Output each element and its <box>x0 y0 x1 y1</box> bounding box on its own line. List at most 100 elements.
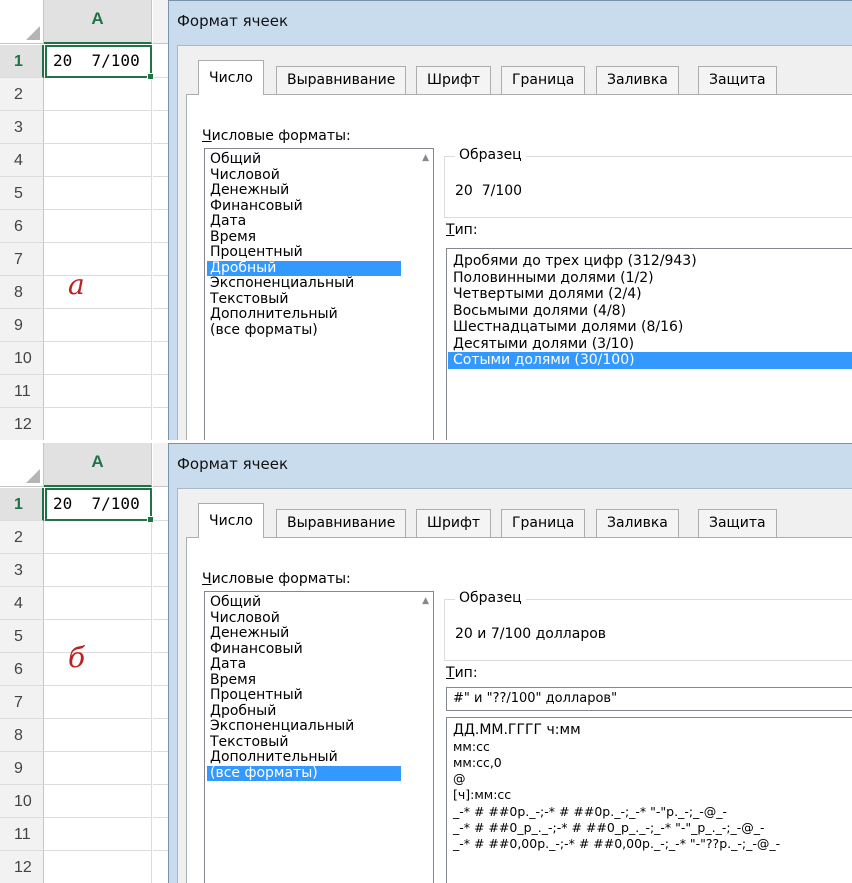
row-header[interactable]: 4 <box>0 144 44 177</box>
row-header[interactable]: 8 <box>0 276 44 309</box>
format-list-item[interactable]: Экспоненциальный <box>207 719 401 735</box>
type-list-item[interactable]: Десятыми долями (3/10) <box>448 336 852 353</box>
format-list-item[interactable]: Общий <box>207 595 401 611</box>
format-list-item[interactable]: Денежный <box>207 183 401 199</box>
type-input[interactable]: #" и "??/100" долларов" <box>446 687 852 711</box>
column-header-a[interactable]: A <box>44 0 152 44</box>
format-list-item[interactable]: Дата <box>207 214 401 230</box>
format-list-item[interactable]: Финансовый <box>207 198 401 215</box>
tab-3[interactable]: Граница <box>501 66 586 94</box>
type-list-item[interactable]: ДД.ММ.ГГГГ ч:мм <box>448 722 852 739</box>
format-list-item[interactable]: Общий <box>207 152 401 168</box>
row-header[interactable]: 1 <box>0 488 44 521</box>
grid-cell[interactable] <box>44 554 152 587</box>
format-list-item[interactable]: Процентный <box>207 688 401 704</box>
type-list-item[interactable]: _-* # ##0р._-;-* # ##0р._-;_-* "-"р._-;_… <box>448 804 852 820</box>
row-header[interactable]: 11 <box>0 375 44 408</box>
grid-cell[interactable] <box>44 243 152 276</box>
grid-cell[interactable] <box>44 521 152 554</box>
type-list-item[interactable]: мм:сс,0 <box>448 755 852 771</box>
grid-cell[interactable] <box>44 818 152 851</box>
format-list-item[interactable]: (все форматы) <box>207 322 401 339</box>
grid-cell[interactable] <box>44 177 152 210</box>
row-header[interactable]: 2 <box>0 521 44 554</box>
format-list-item[interactable]: Время <box>207 229 401 246</box>
row-header[interactable]: 5 <box>0 620 44 653</box>
grid-cell[interactable] <box>44 78 152 111</box>
tab-4[interactable]: Заливка <box>596 66 679 94</box>
grid-cell[interactable] <box>44 144 152 177</box>
cell-a1[interactable]: 20 7/100 <box>45 488 154 523</box>
row-header[interactable]: 8 <box>0 719 44 752</box>
tab-4[interactable]: Заливка <box>596 509 679 537</box>
format-list-item[interactable]: Экспоненциальный <box>207 276 401 292</box>
grid-cell[interactable] <box>44 375 152 408</box>
type-list-item[interactable]: Восьмыми долями (4/8) <box>448 303 852 320</box>
type-list-item[interactable]: @ <box>448 771 852 787</box>
grid-cell[interactable] <box>44 309 152 342</box>
tab-5[interactable]: Защита <box>698 66 777 94</box>
row-header[interactable]: 6 <box>0 210 44 243</box>
fill-handle[interactable] <box>147 516 154 523</box>
type-list-item[interactable]: Дробями до трех цифр (312/943) <box>448 253 852 270</box>
format-list-item[interactable]: (все форматы) <box>207 765 401 781</box>
type-list-item[interactable]: Половинными долями (1/2) <box>448 270 852 287</box>
grid-cell[interactable] <box>44 752 152 785</box>
row-header[interactable]: 4 <box>0 587 44 620</box>
grid-cell[interactable] <box>44 111 152 144</box>
row-header[interactable]: 9 <box>0 309 44 342</box>
format-list-item[interactable]: Процентный <box>207 245 401 261</box>
format-list-item[interactable]: Денежный <box>207 626 401 642</box>
format-list-item[interactable]: Дробный <box>207 260 401 276</box>
type-list-item[interactable]: [ч]:мм:сс <box>448 787 852 803</box>
tab-3[interactable]: Граница <box>501 509 586 537</box>
grid-cell[interactable] <box>44 686 152 719</box>
column-header-a[interactable]: A <box>44 443 152 487</box>
row-header[interactable]: 11 <box>0 818 44 851</box>
select-all-corner[interactable] <box>0 443 44 487</box>
grid-cell[interactable] <box>44 210 152 243</box>
row-header[interactable]: 3 <box>0 111 44 144</box>
tab-1[interactable]: Выравнивание <box>276 509 407 537</box>
row-header[interactable]: 7 <box>0 243 44 276</box>
type-list-item[interactable]: Шестнадцатыми долями (8/16) <box>448 319 852 336</box>
cell-a1[interactable]: 20 7/100 <box>45 45 154 80</box>
type-list-item[interactable]: Четвертыми долями (2/4) <box>448 286 852 303</box>
grid-cell[interactable] <box>44 587 152 620</box>
format-list-item[interactable]: Текстовый <box>207 734 401 751</box>
row-header[interactable]: 12 <box>0 851 44 883</box>
grid-cell[interactable] <box>44 851 152 883</box>
grid-cell[interactable] <box>44 408 152 440</box>
grid-cell[interactable] <box>44 653 152 686</box>
scroll-up-icon[interactable]: ▲ <box>422 153 429 163</box>
tab-2[interactable]: Шрифт <box>416 509 492 537</box>
grid-cell[interactable] <box>44 276 152 309</box>
tab-0[interactable]: Число <box>198 503 264 538</box>
format-category-list[interactable]: Общий Числовой Денежный Финансовый Дата Время… <box>204 591 434 883</box>
row-header[interactable]: 12 <box>0 408 44 440</box>
type-list-item[interactable]: мм:сс <box>448 739 852 755</box>
grid-cell[interactable] <box>44 620 152 653</box>
row-header[interactable]: 9 <box>0 752 44 785</box>
tab-1[interactable]: Выравнивание <box>276 66 407 94</box>
fill-handle[interactable] <box>147 73 154 80</box>
row-header[interactable]: 7 <box>0 686 44 719</box>
type-list-item[interactable]: _-* # ##0_р_._-;-* # ##0_р_._-;_-* "-"_р… <box>448 820 852 836</box>
type-list-item[interactable]: _-* # ##0,00р._-;-* # ##0,00р._-;_-* "-"… <box>448 836 852 852</box>
tab-2[interactable]: Шрифт <box>416 66 492 94</box>
format-list-item[interactable]: Дата <box>207 657 401 673</box>
row-header[interactable]: 10 <box>0 342 44 375</box>
format-list-item[interactable]: Дополнительный <box>207 750 401 766</box>
grid-cell[interactable] <box>44 719 152 752</box>
format-list-item[interactable]: Дополнительный <box>207 307 401 323</box>
grid-cell[interactable] <box>44 785 152 818</box>
row-header[interactable]: 3 <box>0 554 44 587</box>
row-header[interactable]: 6 <box>0 653 44 686</box>
format-list-item[interactable]: Время <box>207 672 401 689</box>
scroll-up-icon[interactable]: ▲ <box>422 596 429 606</box>
tab-0[interactable]: Число <box>198 60 264 95</box>
row-header[interactable]: 5 <box>0 177 44 210</box>
format-list-item[interactable]: Числовой <box>207 610 401 627</box>
row-header[interactable]: 2 <box>0 78 44 111</box>
format-list-item[interactable]: Дробный <box>207 703 401 720</box>
